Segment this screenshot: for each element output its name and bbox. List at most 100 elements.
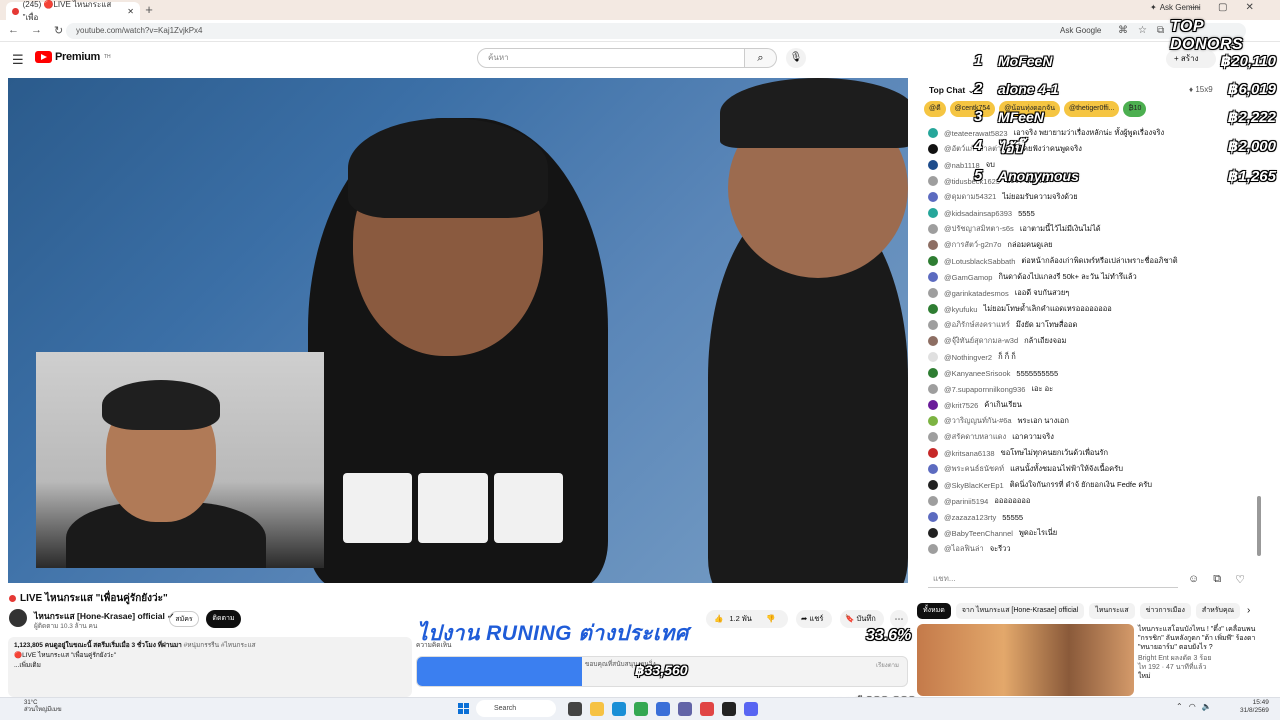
store-icon[interactable] xyxy=(656,702,670,716)
chat-author[interactable]: @Nothingver2 xyxy=(944,353,992,362)
chevron-right-icon[interactable]: › xyxy=(1247,605,1250,616)
video-player[interactable] xyxy=(8,78,908,583)
chat-author[interactable]: @krit7526 xyxy=(944,401,978,410)
chat-avatar[interactable] xyxy=(928,464,938,474)
search-icon[interactable]: ⌕ xyxy=(745,48,777,68)
new-tab-icon[interactable]: + xyxy=(142,2,156,18)
chat-avatar[interactable] xyxy=(928,432,938,442)
pinned-supporter[interactable]: @ดี xyxy=(924,101,946,117)
show-more-link[interactable]: ...เพิ่มเติม xyxy=(14,661,406,671)
chat-message[interactable]: @kritsana6138 ขอโทษไม่ทุกคนยกเว้นด้วเพื่อ… xyxy=(928,445,1258,461)
recommendation-title[interactable]: ไหนกระแสโอนบังไหน ! "ตึ๋ง" เคลื่อนพน "กร… xyxy=(1138,625,1268,652)
chat-avatar[interactable] xyxy=(928,256,938,266)
chat-message[interactable]: @parinii5194 ออออออออ xyxy=(928,493,1258,509)
more-actions-icon[interactable]: ⋯ xyxy=(890,610,908,628)
save-button[interactable]: 🔖 บันทึก xyxy=(840,610,884,628)
chat-avatar[interactable] xyxy=(928,512,938,522)
filter-chip[interactable]: สำหรับคุณ xyxy=(1195,603,1241,619)
chat-author[interactable]: @garinkatadesmos xyxy=(944,289,1009,298)
chrome-icon[interactable] xyxy=(634,702,648,716)
chat-avatar[interactable] xyxy=(928,160,938,170)
heart-icon[interactable]: ♡ xyxy=(1235,573,1245,586)
chat-author[interactable]: @อภิรักษ์สงคราแหร์ xyxy=(944,319,1010,331)
join-button[interactable]: สมัคร xyxy=(169,611,199,627)
chat-message[interactable]: @SkyBlacKerEp1 ติดนิ่งใจกันกรรที่ ดำจ้ ยั… xyxy=(928,477,1258,493)
chat-message[interactable]: @BabyTeenChannel พูดอะไรเนี่ย xyxy=(928,525,1258,541)
subscribe-button[interactable]: ติดตาม xyxy=(206,610,241,628)
filter-chip[interactable]: ไหนกระแส xyxy=(1089,603,1135,619)
chat-message[interactable]: @KanyaneeSrisook 5555555555 xyxy=(928,365,1258,381)
chat-author[interactable]: @ไอลฟินล่า xyxy=(944,543,984,555)
forward-icon[interactable]: → xyxy=(31,24,42,37)
like-button[interactable]: 👍 1.2 พัน 👎 xyxy=(706,610,788,628)
chat-avatar[interactable] xyxy=(928,384,938,394)
thumbs-down-icon[interactable]: 👎 xyxy=(766,610,775,628)
chat-message[interactable]: @krit7526 ค้าเกินเรียน xyxy=(928,397,1258,413)
star-icon[interactable]: ☆ xyxy=(1138,25,1147,36)
chat-message[interactable]: @GamGamop กินดาด้องไปแกลงรี 50k+ ละวัน ไม… xyxy=(928,269,1258,285)
close-icon[interactable]: ✕ xyxy=(127,7,134,16)
chat-avatar[interactable] xyxy=(928,352,938,362)
translate-icon[interactable]: ⌘ xyxy=(1118,25,1128,36)
chat-avatar[interactable] xyxy=(928,272,938,282)
minimize-icon[interactable]: — xyxy=(1190,2,1200,13)
chat-author[interactable]: @วาริญญนท์กัน-#6a xyxy=(944,415,1012,427)
chat-scrollbar[interactable] xyxy=(1257,496,1261,556)
chat-author[interactable]: @kyufuku xyxy=(944,305,977,314)
chat-message[interactable]: @อภิรักษ์สงคราแหร์ มึงยัด มาโทษสื่ออด xyxy=(928,317,1258,333)
reload-icon[interactable]: ↻ xyxy=(54,24,63,37)
chat-avatar[interactable] xyxy=(928,192,938,202)
chat-avatar[interactable] xyxy=(928,416,938,426)
chat-message[interactable]: @พระคนธ์ธนัชคท์ แสนนั้งทั้งชมอนไฟฟ้าให้จั… xyxy=(928,461,1258,477)
chat-message[interactable]: @ปรัชญาสมิทตา-s6s เอาตามนี้ไว้ไม่มีเงินไม… xyxy=(928,221,1258,237)
chat-message[interactable]: @การสัตว์-g2n7o กล่อมคนดูเลย xyxy=(928,237,1258,253)
recommendation-thumbnail[interactable] xyxy=(917,624,1134,696)
emoji-icon[interactable]: ☺ xyxy=(1188,573,1199,586)
wifi-icon[interactable]: ◠ xyxy=(1189,702,1196,711)
chat-avatar[interactable] xyxy=(928,208,938,218)
obs-icon[interactable] xyxy=(722,702,736,716)
app-icon[interactable] xyxy=(700,702,714,716)
chat-avatar[interactable] xyxy=(928,176,938,186)
task-view-icon[interactable] xyxy=(568,702,582,716)
filter-chip[interactable]: ข่าวการเมือง xyxy=(1139,603,1191,619)
chat-author[interactable]: @GamGamop xyxy=(944,273,992,282)
chat-author[interactable]: @parinii5194 xyxy=(944,497,988,506)
chat-message[interactable]: @Nothingver2 ก็ ก็ ก็ xyxy=(928,349,1258,365)
chat-author[interactable]: @zazaza123rty xyxy=(944,513,996,522)
chat-avatar[interactable] xyxy=(928,288,938,298)
chevron-up-icon[interactable]: ⌃ xyxy=(1176,702,1183,711)
chat-author[interactable]: @สรัคดาบหลาแดง xyxy=(944,431,1006,443)
chat-avatar[interactable] xyxy=(928,528,938,538)
menu-icon[interactable]: ☰ xyxy=(12,52,24,68)
chat-avatar[interactable] xyxy=(928,240,938,250)
windows-start-icon[interactable] xyxy=(458,703,469,714)
edge-icon[interactable] xyxy=(612,702,626,716)
share-button[interactable]: ➦ แชร์ xyxy=(796,610,832,628)
teams-icon[interactable] xyxy=(678,702,692,716)
video-description[interactable]: 1,123,805 คนดูอยู่ในขณะนี้ สตรีมเริ่มเมื… xyxy=(8,637,412,697)
close-window-icon[interactable]: ✕ xyxy=(1245,2,1253,13)
back-icon[interactable]: ← xyxy=(8,24,19,37)
chat-avatar[interactable] xyxy=(928,336,938,346)
recommendation-info[interactable]: ไหนกระแสโอนบังไหน ! "ตึ๋ง" เคลื่อนพน "กร… xyxy=(1138,625,1268,681)
file-explorer-icon[interactable] xyxy=(590,702,604,716)
chat-author[interactable]: @7.supapornnilkong936 xyxy=(944,385,1025,394)
chat-message[interactable]: @ดุมดาม54321 ไม่ยอมรับความจริงด้วย xyxy=(928,189,1258,205)
chat-input[interactable]: แชท... xyxy=(928,572,1178,588)
chat-author[interactable]: @ปรัชญาสมิทตา-s6s xyxy=(944,223,1014,235)
chat-avatar[interactable] xyxy=(928,496,938,506)
chat-message[interactable]: @ไอลฟินล่า จะรีวว xyxy=(928,541,1258,557)
chat-message[interactable]: @จุ๊งิทันย์สุดากมล-w3d กล้าเถียงจอม xyxy=(928,333,1258,349)
chat-author[interactable]: @จุ๊งิทันย์สุดากมล-w3d xyxy=(944,335,1018,347)
chat-author[interactable]: @KanyaneeSrisook xyxy=(944,369,1010,378)
browser-tab[interactable]: (245) 🔴LIVE ไหนกระแส "เพื่อ ✕ xyxy=(6,0,140,22)
discord-icon[interactable] xyxy=(744,702,758,716)
microphone-icon[interactable]: 🎙 xyxy=(786,48,806,68)
chat-avatar[interactable] xyxy=(928,144,938,154)
chat-message[interactable]: @garinkatadesmos เออดี จบกันสวยๆ xyxy=(928,285,1258,301)
sort-button[interactable]: เรียงตาม xyxy=(876,660,899,670)
chat-avatar[interactable] xyxy=(928,448,938,458)
chat-avatar[interactable] xyxy=(928,320,938,330)
filter-chip[interactable]: จาก ไหนกระแส [Hone-Krasae] official xyxy=(955,603,1085,619)
